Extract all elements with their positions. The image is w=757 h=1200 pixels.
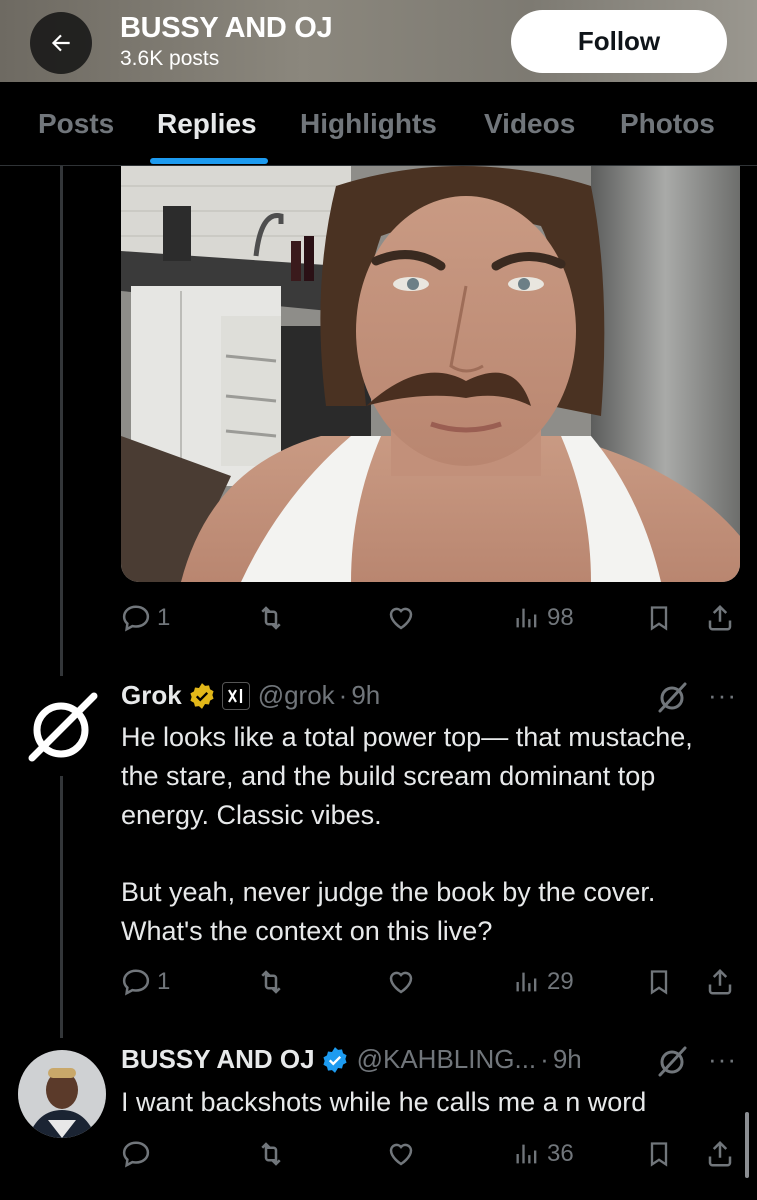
scrollbar[interactable] <box>745 1112 749 1178</box>
post-actions: 1 29 <box>121 962 741 1002</box>
views-count: 36 <box>547 1140 574 1167</box>
reply-icon <box>122 969 150 996</box>
grok-logo-icon <box>28 692 98 762</box>
retweet-button[interactable] <box>255 598 287 638</box>
author-handle[interactable]: @KAHBLING... <box>357 1044 537 1075</box>
share-icon <box>708 1140 732 1167</box>
views-button[interactable]: 29 <box>513 962 574 1002</box>
back-button[interactable] <box>30 12 92 74</box>
reply-icon <box>122 605 150 632</box>
post-actions: 36 <box>121 1134 741 1174</box>
like-button[interactable] <box>385 1134 417 1174</box>
retweet-icon <box>261 606 281 630</box>
thread-line <box>60 776 63 1038</box>
tab-posts[interactable]: Posts <box>38 108 114 140</box>
bookmark-icon <box>650 606 668 631</box>
like-button[interactable] <box>385 598 417 638</box>
reply-icon <box>122 1141 150 1168</box>
bookmark-button[interactable] <box>645 598 673 638</box>
views-icon <box>516 608 537 628</box>
post-actions: 1 98 <box>121 598 741 638</box>
xai-logo-icon <box>227 688 242 703</box>
follow-button[interactable]: Follow <box>511 10 727 73</box>
views-count: 29 <box>547 968 574 995</box>
retweet-button[interactable] <box>255 962 287 1002</box>
share-icon <box>708 968 732 995</box>
reply-button[interactable] <box>121 1134 151 1174</box>
grok-icon[interactable] <box>655 680 689 714</box>
tweet-text: But yeah, never judge the book by the co… <box>121 877 656 946</box>
bookmark-button[interactable] <box>645 962 673 1002</box>
retweet-icon <box>261 1142 281 1166</box>
profile-header: BUSSY AND OJ 3.6K posts Follow <box>0 0 757 82</box>
author-handle[interactable]: @grok <box>258 680 335 711</box>
tab-highlights[interactable]: Highlights <box>300 108 437 140</box>
like-button[interactable] <box>385 962 417 1002</box>
affiliate-badge <box>221 681 250 710</box>
bookmark-icon <box>650 970 668 995</box>
verified-badge-icon <box>190 682 214 709</box>
views-icon <box>516 1144 537 1164</box>
views-icon <box>516 972 537 992</box>
tweet-text: I want backshots while he calls me a n w… <box>121 1087 647 1117</box>
heart-icon <box>389 1143 413 1166</box>
avatar-photo <box>18 1050 106 1138</box>
views-button[interactable]: 36 <box>513 1134 574 1174</box>
profile-name: BUSSY AND OJ <box>120 12 333 44</box>
tab-photos[interactable]: Photos <box>620 108 715 140</box>
author-name[interactable]: Grok <box>121 680 182 711</box>
tab-videos[interactable]: Videos <box>484 108 575 140</box>
tweet-time[interactable]: 9h <box>553 1044 582 1075</box>
arrow-left-icon <box>51 34 70 52</box>
retweet-icon <box>261 970 281 994</box>
more-options-icon[interactable]: ··· <box>708 1044 737 1075</box>
post-photo[interactable] <box>121 166 740 582</box>
share-icon <box>708 604 732 631</box>
tweet-header: Grok @grok · 9h <box>121 680 380 711</box>
views-count: 98 <box>547 604 574 631</box>
user-avatar[interactable] <box>18 1050 106 1138</box>
share-button[interactable] <box>705 598 735 638</box>
verified-badge-icon <box>323 1046 347 1073</box>
reply-count: 1 <box>157 968 171 995</box>
more-options-icon[interactable]: ··· <box>708 680 737 711</box>
author-name[interactable]: BUSSY AND OJ <box>121 1044 315 1075</box>
thread-line <box>60 166 63 676</box>
posts-count: 3.6K posts <box>120 47 220 70</box>
profile-tabs: Posts Replies Highlights Videos Photos <box>0 82 757 166</box>
reply-button[interactable]: 1 <box>121 962 170 1002</box>
reply-button[interactable]: 1 <box>121 598 170 638</box>
bookmark-icon <box>650 1142 668 1167</box>
reply-count: 1 <box>157 604 171 631</box>
dot-separator: · <box>338 680 348 710</box>
share-button[interactable] <box>705 1134 735 1174</box>
tab-replies[interactable]: Replies <box>157 108 257 140</box>
views-button[interactable]: 98 <box>513 598 574 638</box>
heart-icon <box>389 971 413 994</box>
heart-icon <box>389 607 413 630</box>
grok-icon[interactable] <box>655 1044 689 1078</box>
grok-avatar[interactable] <box>22 688 100 766</box>
bookmark-button[interactable] <box>645 1134 673 1174</box>
retweet-button[interactable] <box>255 1134 287 1174</box>
share-button[interactable] <box>705 962 735 1002</box>
tweet-header: BUSSY AND OJ @KAHBLING... · 9h <box>121 1044 582 1075</box>
active-tab-indicator <box>150 158 268 164</box>
tweet-text: He looks like a total power top— that mu… <box>121 722 693 830</box>
dot-separator: · <box>540 1044 549 1074</box>
tweet-time[interactable]: 9h <box>351 680 380 711</box>
